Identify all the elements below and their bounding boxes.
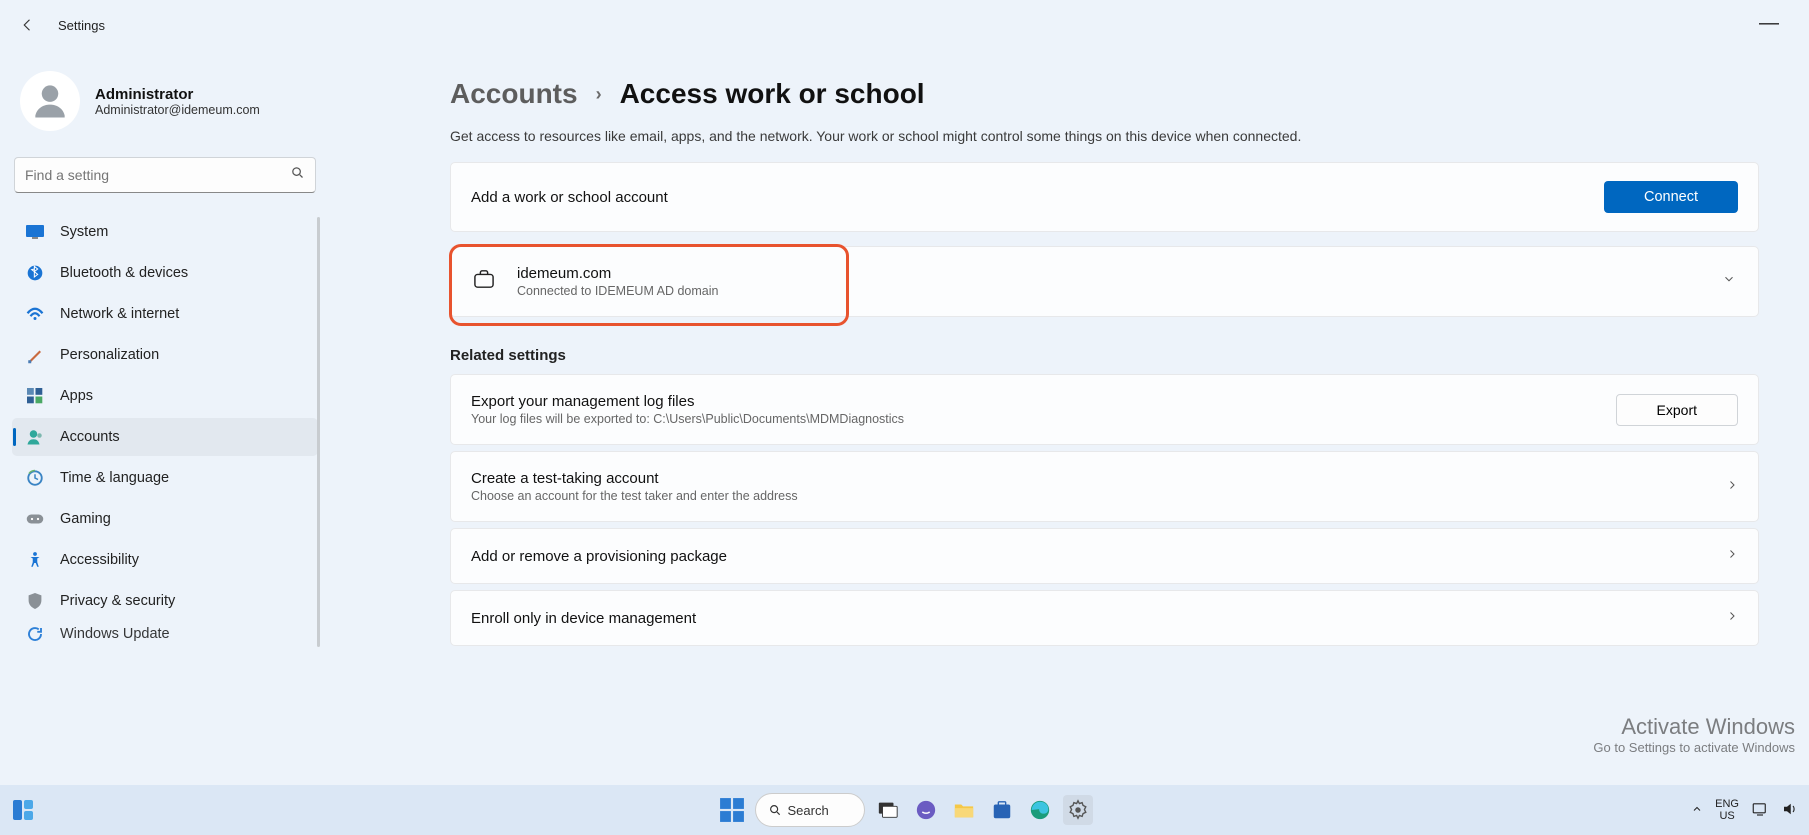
taskbar-search[interactable]: Search	[755, 793, 865, 827]
sidebar-item-privacy[interactable]: Privacy & security	[12, 582, 318, 620]
sidebar-item-accessibility[interactable]: Accessibility	[12, 541, 318, 579]
search-input[interactable]	[14, 157, 316, 193]
export-logs-row: Export your management log files Your lo…	[450, 374, 1759, 445]
profile-block[interactable]: Administrator Administrator@idemeum.com	[12, 65, 318, 149]
domain-name: idemeum.com	[517, 265, 718, 282]
chevron-right-icon	[1726, 478, 1738, 496]
privacy-icon	[26, 592, 44, 610]
sidebar-item-label: Apps	[60, 388, 93, 404]
page-description: Get access to resources like email, apps…	[450, 128, 1759, 144]
test-taking-sub: Choose an account for the test taker and…	[471, 489, 798, 503]
sidebar-item-label: Time & language	[60, 470, 169, 486]
personalization-icon	[26, 346, 44, 364]
provisioning-title: Add or remove a provisioning package	[471, 548, 727, 565]
start-icon[interactable]	[717, 795, 747, 825]
volume-tray-icon[interactable]	[1781, 801, 1799, 820]
sidebar-item-label: Accessibility	[60, 552, 139, 568]
sidebar-item-label: Privacy & security	[60, 593, 175, 609]
task-view-icon[interactable]	[873, 795, 903, 825]
chevron-right-icon	[1726, 547, 1738, 565]
activation-watermark: Activate Windows Go to Settings to activ…	[1593, 714, 1795, 755]
profile-name: Administrator	[95, 86, 260, 103]
avatar-icon	[20, 71, 80, 131]
accounts-icon	[26, 428, 44, 446]
bluetooth-icon	[26, 264, 44, 282]
enroll-title: Enroll only in device management	[471, 610, 696, 627]
sidebar-item-label: Accounts	[60, 429, 120, 445]
briefcase-icon	[473, 269, 495, 294]
search-icon	[290, 165, 305, 185]
export-button[interactable]: Export	[1616, 394, 1738, 426]
sidebar-item-network[interactable]: Network & internet	[12, 295, 318, 333]
gaming-icon	[26, 510, 44, 528]
test-taking-title: Create a test-taking account	[471, 470, 798, 487]
domain-account-row[interactable]: idemeum.com Connected to IDEMEUM AD doma…	[450, 246, 1759, 317]
sidebar-item-label: Network & internet	[60, 306, 179, 322]
system-icon	[26, 223, 44, 241]
network-icon	[26, 305, 44, 323]
page-title: Access work or school	[620, 78, 925, 110]
sidebar-item-bluetooth[interactable]: Bluetooth & devices	[12, 254, 318, 292]
chevron-down-icon	[1722, 272, 1736, 291]
sidebar-item-personalization[interactable]: Personalization	[12, 336, 318, 374]
sidebar-item-time[interactable]: Time & language	[12, 459, 318, 497]
export-logs-title: Export your management log files	[471, 393, 904, 410]
chevron-right-icon	[1726, 609, 1738, 627]
sidebar-item-accounts[interactable]: Accounts	[12, 418, 318, 456]
window-title: Settings	[58, 18, 105, 33]
sidebar-item-system[interactable]: System	[12, 213, 318, 251]
chevron-right-icon: ›	[596, 84, 602, 105]
sidebar-item-label: Gaming	[60, 511, 111, 527]
explorer-icon[interactable]	[949, 795, 979, 825]
sidebar-item-label: Bluetooth & devices	[60, 265, 188, 281]
accessibility-icon	[26, 551, 44, 569]
widgets-icon[interactable]	[8, 795, 38, 825]
add-account-row: Add a work or school account Connect	[450, 162, 1759, 232]
sidebar-item-update[interactable]: Windows Update	[12, 623, 318, 645]
tray-chevron-icon[interactable]	[1691, 803, 1703, 818]
update-icon	[26, 625, 44, 643]
chat-icon[interactable]	[911, 795, 941, 825]
sidebar-item-gaming[interactable]: Gaming	[12, 500, 318, 538]
back-button[interactable]	[18, 15, 38, 35]
watermark-title: Activate Windows	[1593, 714, 1795, 740]
settings-icon[interactable]	[1063, 795, 1093, 825]
sidebar-item-label: Windows Update	[60, 626, 170, 642]
related-settings-title: Related settings	[450, 347, 1759, 364]
export-logs-sub: Your log files will be exported to: C:\U…	[471, 412, 904, 426]
taskbar-search-label: Search	[788, 803, 829, 818]
connect-button[interactable]: Connect	[1604, 181, 1738, 213]
time-icon	[26, 469, 44, 487]
edge-icon[interactable]	[1025, 795, 1055, 825]
test-taking-row[interactable]: Create a test-taking account Choose an a…	[450, 451, 1759, 522]
enroll-row[interactable]: Enroll only in device management	[450, 590, 1759, 646]
language-indicator[interactable]: ENG US	[1715, 798, 1739, 822]
add-account-label: Add a work or school account	[471, 189, 668, 206]
profile-email: Administrator@idemeum.com	[95, 103, 260, 117]
minimize-button[interactable]: —	[1759, 12, 1779, 35]
breadcrumb-parent[interactable]: Accounts	[450, 78, 578, 110]
network-tray-icon[interactable]	[1751, 801, 1769, 820]
store-icon[interactable]	[987, 795, 1017, 825]
breadcrumb: Accounts › Access work or school	[450, 78, 1759, 110]
domain-status: Connected to IDEMEUM AD domain	[517, 284, 718, 298]
provisioning-row[interactable]: Add or remove a provisioning package	[450, 528, 1759, 584]
apps-icon	[26, 387, 44, 405]
sidebar-item-label: Personalization	[60, 347, 159, 363]
sidebar-item-label: System	[60, 224, 108, 240]
taskbar: Search ENG US	[0, 785, 1809, 835]
search-field[interactable]	[25, 167, 290, 183]
sidebar-item-apps[interactable]: Apps	[12, 377, 318, 415]
watermark-sub: Go to Settings to activate Windows	[1593, 740, 1795, 755]
